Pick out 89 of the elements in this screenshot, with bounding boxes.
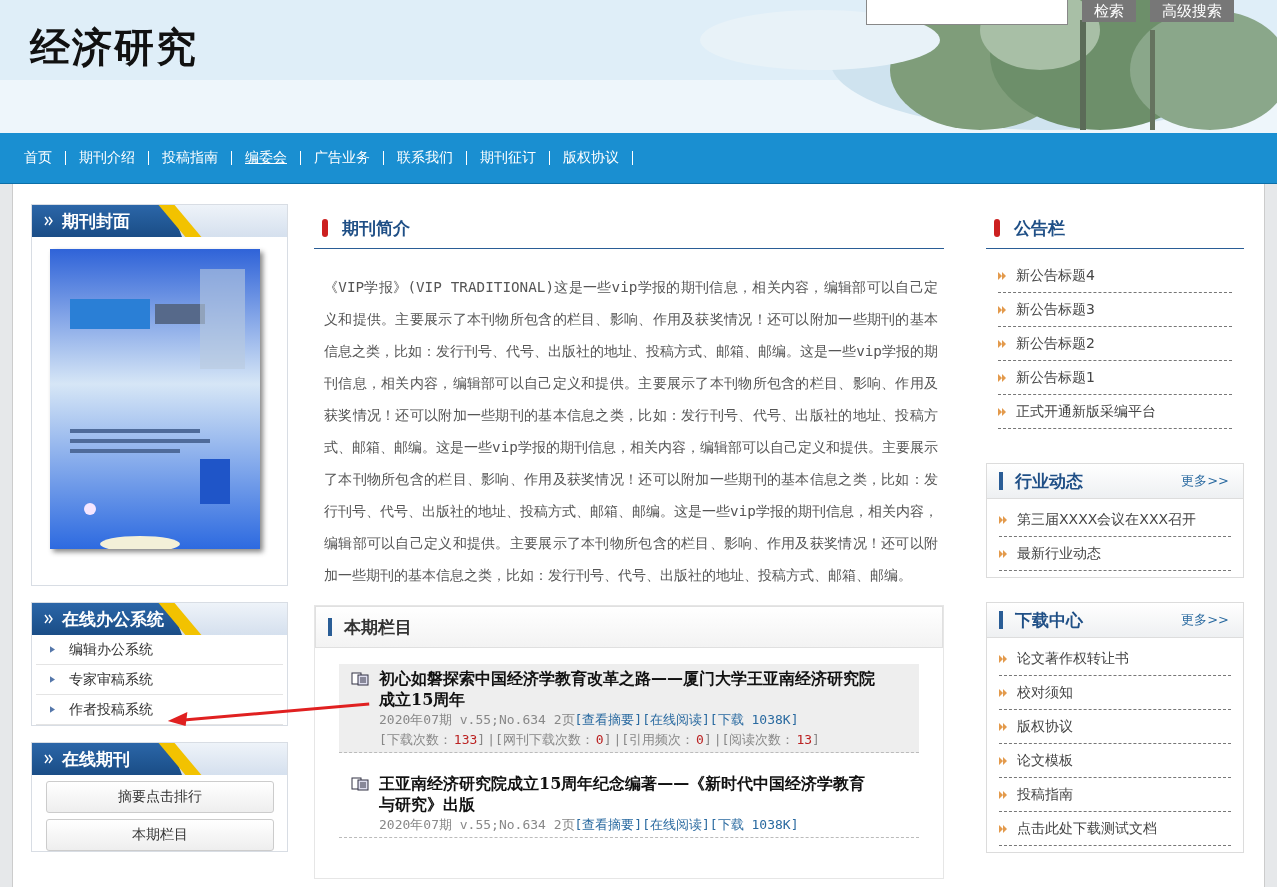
list-link[interactable]: 论文模板 xyxy=(1017,751,1073,770)
section-marker xyxy=(999,611,1003,629)
section-marker xyxy=(328,618,332,636)
more-link[interactable]: 更多>> xyxy=(1181,611,1229,629)
stat-bracket: ] xyxy=(477,732,486,747)
arrow-bullet-icon xyxy=(999,515,1007,524)
nav-item[interactable]: 期刊征订 xyxy=(480,149,536,167)
nav-item[interactable]: 编委会 xyxy=(245,149,287,167)
arrow-bullet-icon xyxy=(998,305,1006,314)
stat-bracket: ] xyxy=(703,732,712,747)
section-marker xyxy=(999,472,1003,490)
article-link[interactable]: [查看摘要] xyxy=(574,817,643,832)
document-icon xyxy=(351,672,369,686)
list-link[interactable]: 校对须知 xyxy=(1017,683,1073,702)
arrow-bullet-icon xyxy=(998,407,1006,416)
list-link[interactable]: 新公告标题2 xyxy=(1016,334,1095,353)
chevron-icon xyxy=(44,614,54,624)
list-link[interactable]: 最新行业动态 xyxy=(1017,544,1101,563)
list-link[interactable]: 正式开通新版采编平台 xyxy=(1016,402,1156,421)
nav-item[interactable]: 投稿指南 xyxy=(162,149,218,167)
arrow-bullet-icon xyxy=(999,790,1007,799)
list-link[interactable]: 新公告标题1 xyxy=(1016,368,1095,387)
arrow-bullet-icon xyxy=(998,271,1006,280)
arrow-bullet-icon xyxy=(999,654,1007,663)
search-button[interactable]: 检索 xyxy=(1082,0,1136,22)
section-title: 公告栏 xyxy=(1014,216,1065,240)
list-link[interactable]: 点击此处下载测试文档 xyxy=(1017,819,1157,838)
bullet-icon xyxy=(50,706,55,713)
site-title: 经济研究 xyxy=(30,22,198,72)
stat-bracket: ] xyxy=(603,732,612,747)
article-link[interactable]: [在线阅读] xyxy=(642,712,710,727)
section-title: 在线办公系统 xyxy=(62,607,164,631)
article-title[interactable]: 王亚南经济研究院成立15周年纪念编著——《新时代中国经济学教育与研究》出版 xyxy=(379,773,879,815)
stat-bracket: ] xyxy=(812,732,820,747)
article-title[interactable]: 初心如磐探索中国经济学教育改革之路——厦门大学王亚南经济研究院成立15周年 xyxy=(379,668,879,710)
arrow-bullet-icon xyxy=(999,824,1007,833)
list-link[interactable]: 新公告标题3 xyxy=(1016,300,1095,319)
arrow-bullet-icon xyxy=(999,688,1007,697)
bullet-icon xyxy=(50,646,55,653)
section-title: 行业动态 xyxy=(1015,469,1083,493)
section-title: 下载中心 xyxy=(1015,608,1083,632)
section-title: 期刊封面 xyxy=(62,209,130,233)
arrow-bullet-icon xyxy=(999,722,1007,731)
stat-value: 13 xyxy=(796,732,813,747)
document-icon xyxy=(351,777,369,791)
menu-link[interactable]: 专家审稿系统 xyxy=(69,670,153,689)
section-title: 在线期刊 xyxy=(62,747,130,771)
menu-link[interactable]: 编辑办公系统 xyxy=(69,640,153,659)
list-link[interactable]: 投稿指南 xyxy=(1017,785,1073,804)
search-field[interactable] xyxy=(866,0,1068,25)
chevron-icon xyxy=(44,216,54,226)
nav-item[interactable]: 广告业务 xyxy=(314,149,370,167)
article-link[interactable]: [下载 1038K] xyxy=(709,817,799,832)
arrow-bullet-icon xyxy=(998,339,1006,348)
search-button[interactable]: 高级搜索 xyxy=(1150,0,1234,22)
nav-item[interactable]: 联系我们 xyxy=(397,149,453,167)
arrow-bullet-icon xyxy=(999,756,1007,765)
list-link[interactable]: 新公告标题4 xyxy=(1016,266,1095,285)
bullet-icon xyxy=(50,676,55,683)
nav-item[interactable]: 版权协议 xyxy=(563,149,619,167)
section-title: 期刊简介 xyxy=(342,216,410,240)
nav-item[interactable]: 首页 xyxy=(24,149,52,167)
article-meta: 2020年07期 v.55;No.634 2页 xyxy=(379,712,575,727)
more-link[interactable]: 更多>> xyxy=(1181,472,1229,490)
article-link[interactable]: [查看摘要] xyxy=(574,712,643,727)
stat-value: 133 xyxy=(453,732,478,747)
arrow-bullet-icon xyxy=(999,549,1007,558)
stat-value: 0 xyxy=(595,732,604,747)
nav-item[interactable]: 期刊介绍 xyxy=(79,149,135,167)
stat-value: 0 xyxy=(696,732,704,747)
section-marker xyxy=(994,219,1000,237)
section-title: 本期栏目 xyxy=(344,615,412,639)
article-link[interactable]: [下载 1038K] xyxy=(709,712,799,727)
list-link[interactable]: 第三届XXXX会议在XXX召开 xyxy=(1017,510,1197,529)
stat-label: |[网刊下载次数： xyxy=(487,732,594,747)
list-link[interactable]: 论文著作权转让书 xyxy=(1017,649,1129,668)
menu-button[interactable]: 本期栏目 xyxy=(45,819,274,851)
stat-label: |[引用频次： xyxy=(613,732,695,747)
chevron-icon xyxy=(44,754,54,764)
menu-button[interactable]: 摘要点击排行 xyxy=(45,781,274,813)
article-meta: 2020年07期 v.55;No.634 2页 xyxy=(379,817,575,832)
intro-paragraph: 《VIP学报》(VIP TRADITIONAL)这是一些vip学报的期刊信息，相关内容，编辑部可以自己定义和提供。主要展示了本刊物所包含的栏目、影响、作用及获奖情况！还可以附加一些期刊的基本信息之类，比如：发行刊号、代号、出版社的地址、投稿方式、邮箱、邮编。这是一些vip学报的期刊信息，相关内容，编辑部可以自己定义和提供。主要展示了本刊物所包含的栏目、影响、作用及获奖情况！还可以附加一些期刊的基本信息之类，比如：发行刊号、代号、出版社的地址、投稿方式、邮箱、邮编。这是一些vip学报的期刊信息，相关内容，编辑部可以自己定义和提供。主要展示了本刊物所包含的栏目、影响、作用及获奖情况！还可以附加一些期刊的基本信息之类，比如：发行刊号、代号、出版社的地址、投稿方式、邮箱、邮编。这是一些vip学报的期刊信息，相关内容，编辑部可以自己定义和提供。主要展示了本刊物所包含的栏目、影响、作用及获奖情况！还可以附加一些期刊的基本信息之类，比如：发行刊号、代号、出版社的地址、投稿方式、邮箱、邮编。 xyxy=(324,278,938,585)
stat-label: [下载次数： xyxy=(379,732,452,747)
list-link[interactable]: 版权协议 xyxy=(1017,717,1073,736)
arrow-bullet-icon xyxy=(998,373,1006,382)
menu-link[interactable]: 作者投稿系统 xyxy=(69,700,153,719)
article-link[interactable]: [在线阅读] xyxy=(642,817,710,832)
stat-label: |[阅读次数： xyxy=(713,732,795,747)
section-marker xyxy=(322,219,328,237)
